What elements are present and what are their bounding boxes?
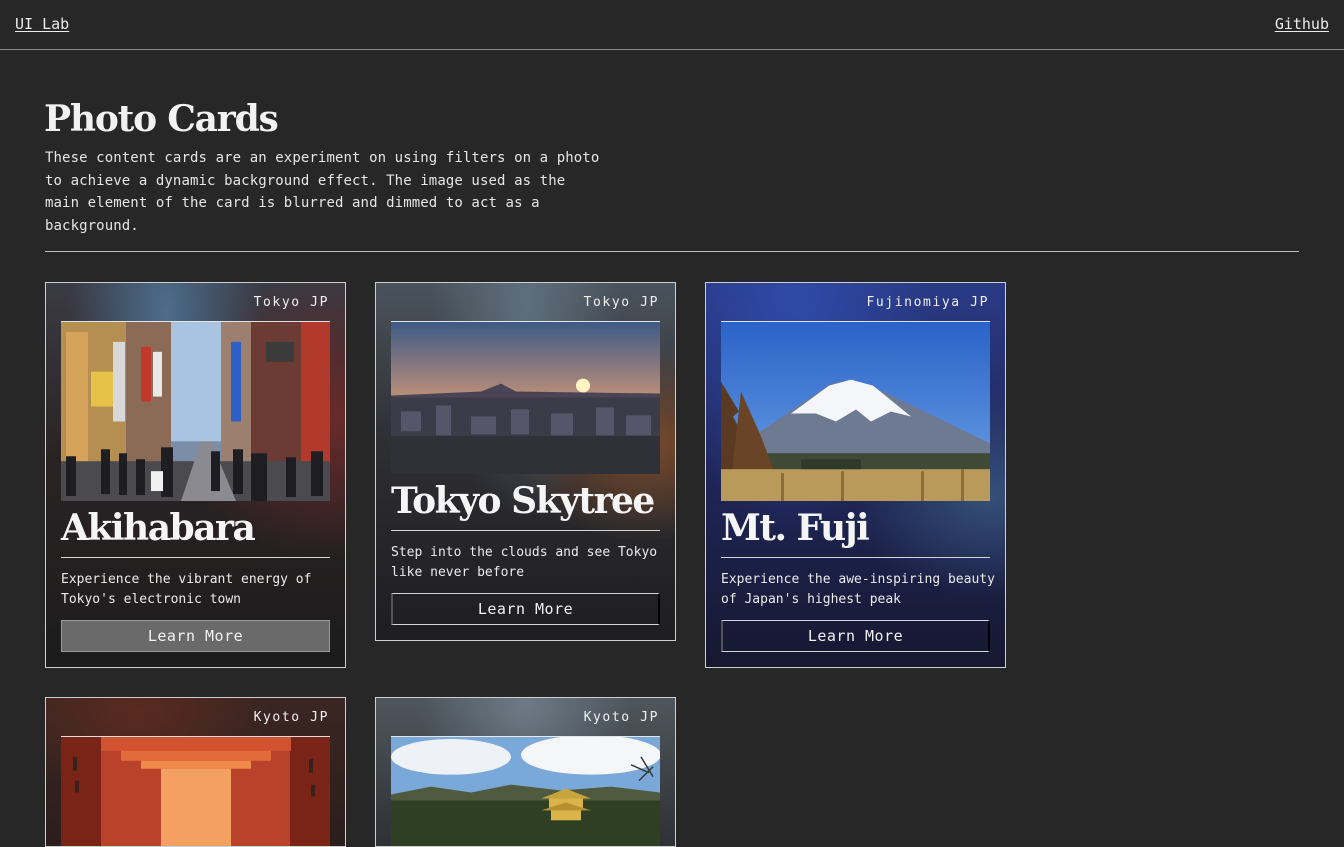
github-link[interactable]: Github: [1275, 15, 1329, 33]
card-title-divider: [61, 557, 330, 558]
mount-fuji-photo: [721, 321, 990, 501]
kinkakuji-temple-photo: [391, 736, 660, 846]
learn-more-button[interactable]: Learn More: [391, 593, 660, 625]
section-divider: [45, 251, 1299, 252]
card-description: Experience the vibrant energy of Tokyo's…: [61, 572, 312, 607]
card-location: Fujinomiya JP: [866, 295, 989, 310]
card-title: Akihabara: [61, 507, 256, 549]
card-title-divider: [721, 557, 990, 558]
card-title: Tokyo Skytree: [391, 480, 655, 522]
card-location: Kyoto JP: [583, 710, 659, 725]
card-kyoto-kinkakuji: Kyoto JP: [375, 697, 676, 847]
card-location: Kyoto JP: [253, 710, 329, 725]
home-link[interactable]: UI Lab: [15, 15, 69, 33]
card-title-divider: [391, 530, 660, 531]
page-title: Photo Cards: [44, 98, 279, 140]
akihabara-street-photo: [61, 321, 330, 501]
card-mt-fuji: Fujinomiya JP Mt. Fuji Experience the aw…: [705, 282, 1006, 668]
card-tokyo-skytree: Tokyo JP Tokyo Skytree Step into the clo…: [375, 282, 676, 641]
tokyo-sunset-skyline-photo: [391, 321, 660, 474]
top-nav: UI Lab Github: [0, 0, 1344, 50]
card-description: Experience the awe-inspiring beauty of J…: [721, 572, 995, 607]
page-description: These content cards are an experiment on…: [45, 150, 600, 234]
learn-more-button[interactable]: Learn More: [721, 620, 990, 652]
card-location: Tokyo JP: [583, 295, 659, 310]
torii-gates-photo: [61, 736, 330, 846]
card-title: Mt. Fuji: [721, 507, 870, 549]
card-description: Step into the clouds and see Tokyo like …: [391, 545, 658, 580]
card-location: Tokyo JP: [253, 295, 329, 310]
card-kyoto-torii: Kyoto JP: [45, 697, 346, 847]
card-akihabara: Tokyo JP Akihabara Experience the vibran…: [45, 282, 346, 668]
learn-more-button[interactable]: Learn More: [61, 620, 330, 652]
